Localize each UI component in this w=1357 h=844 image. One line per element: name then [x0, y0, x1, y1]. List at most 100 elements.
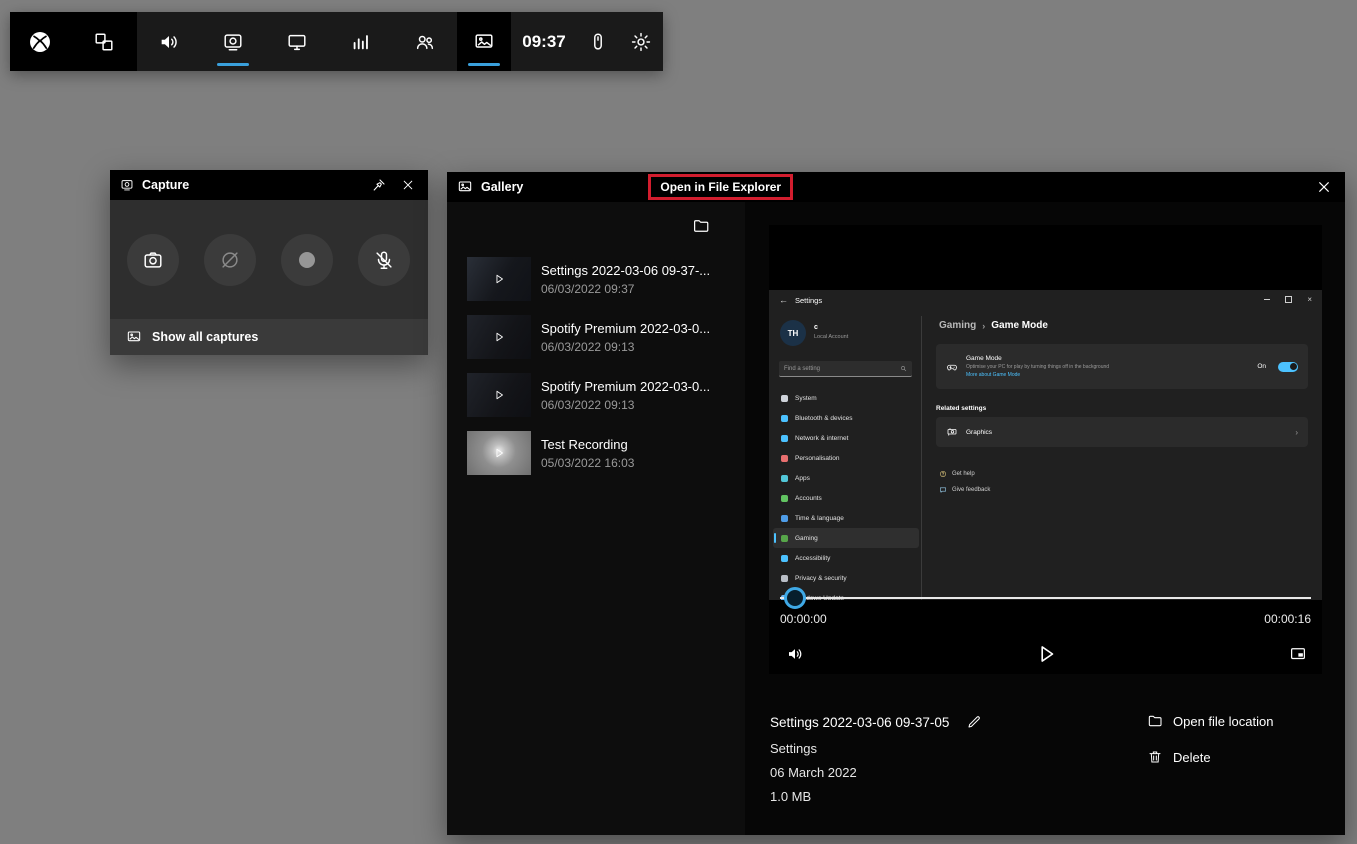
- bar-chart-icon: [350, 31, 372, 53]
- graphics-card: Graphics ›: [936, 417, 1308, 447]
- chevron-right-icon: ›: [982, 321, 985, 331]
- pin-button[interactable]: [368, 174, 390, 196]
- widgets-menu-button[interactable]: [70, 12, 137, 71]
- play-icon: [492, 388, 506, 402]
- gallery-icon: [126, 329, 142, 345]
- search-icon: [900, 365, 907, 372]
- show-all-captures-button[interactable]: Show all captures: [110, 319, 428, 355]
- item-title: Spotify Premium 2022-03-0...: [541, 379, 710, 394]
- capture-widget: Capture Show all captures: [110, 170, 428, 355]
- capture-titlebar: Capture: [110, 170, 428, 200]
- gamepad-icon: [946, 361, 958, 373]
- gallery-title: Gallery: [481, 180, 523, 194]
- open-folder-button[interactable]: [690, 215, 712, 237]
- gallery-body: Settings 2022-03-06 09-37-... 06/03/2022…: [447, 202, 1345, 835]
- delete-button[interactable]: Delete: [1147, 749, 1273, 765]
- minimize-icon: [1264, 299, 1270, 300]
- list-item-spotify-1[interactable]: Spotify Premium 2022-03-0... 06/03/2022 …: [447, 315, 745, 359]
- game-mode-toggle: [1278, 362, 1298, 372]
- performance-button[interactable]: [329, 12, 393, 71]
- settings-search-box: Find a setting: [779, 361, 912, 377]
- gallery-widget: Gallery Open in File Explorer Settings 2…: [447, 172, 1345, 835]
- accessibility-icon: [781, 555, 788, 562]
- open-in-file-explorer-button[interactable]: Open in File Explorer: [648, 174, 793, 200]
- nav-personalisation: Personalisation: [773, 448, 919, 468]
- settings-nav: System Bluetooth & devices Network & int…: [773, 388, 919, 600]
- nav-bluetooth: Bluetooth & devices: [773, 408, 919, 428]
- open-file-location-button[interactable]: Open file location: [1147, 713, 1273, 729]
- file-actions: Open file location Delete: [1147, 713, 1273, 765]
- time-row: 00:00:00 00:00:16: [780, 612, 1311, 626]
- audio-button[interactable]: [137, 12, 201, 71]
- xbox-logo-icon: [27, 29, 53, 55]
- show-all-captures-label: Show all captures: [152, 330, 258, 344]
- rename-button[interactable]: [963, 711, 985, 733]
- video-thumbnail: [467, 315, 531, 359]
- mic-toggle-button[interactable]: [358, 234, 410, 286]
- list-item-spotify-2[interactable]: Spotify Premium 2022-03-0... 06/03/2022 …: [447, 373, 745, 417]
- seek-bar[interactable]: [780, 597, 1311, 599]
- gallery-icon: [457, 179, 473, 195]
- gpu-icon: [946, 426, 958, 438]
- player-controls: [769, 633, 1322, 674]
- broadcast-button[interactable]: [265, 12, 329, 71]
- related-settings-label: Related settings: [936, 405, 986, 412]
- capture-close-button[interactable]: [398, 175, 418, 195]
- gaming-icon: [781, 535, 788, 542]
- video-frame-settings-app: ← Settings × TH c Local Account Find a s: [769, 290, 1322, 600]
- video-player[interactable]: ← Settings × TH c Local Account Find a s: [769, 225, 1322, 674]
- gallery-button[interactable]: [457, 12, 511, 71]
- record-dot-icon: [299, 252, 315, 268]
- file-date: 06 March 2022: [770, 765, 985, 781]
- close-icon: ×: [1307, 297, 1312, 303]
- toggle-state-label: On: [1257, 363, 1266, 370]
- desktop: 09:37 Capture Show all captures Gallery …: [0, 0, 1357, 844]
- trash-icon: [1147, 749, 1163, 765]
- item-date: 06/03/2022 09:13: [541, 340, 710, 354]
- nav-network: Network & internet: [773, 428, 919, 448]
- search-placeholder: Find a setting: [784, 366, 820, 372]
- game-mode-card: Game Mode Optimise your PC for play by t…: [936, 344, 1308, 389]
- account-type: Local Account: [814, 334, 848, 340]
- play-button[interactable]: [1030, 638, 1062, 670]
- nav-apps: Apps: [773, 468, 919, 488]
- nav-accessibility: Accessibility: [773, 548, 919, 568]
- nav-gaming-selected: Gaming: [773, 528, 919, 548]
- apps-icon: [781, 475, 788, 482]
- social-button[interactable]: [393, 12, 457, 71]
- seek-handle[interactable]: [784, 587, 806, 609]
- xbox-button[interactable]: [10, 12, 70, 71]
- item-date: 06/03/2022 09:13: [541, 398, 710, 412]
- nav-privacy: Privacy & security: [773, 568, 919, 588]
- record-last-icon: [219, 249, 241, 271]
- gallery-titlebar: Gallery Open in File Explorer: [447, 172, 1345, 202]
- settings-button[interactable]: [619, 12, 663, 71]
- list-item-settings-recording[interactable]: Settings 2022-03-06 09-37-... 06/03/2022…: [447, 257, 745, 301]
- list-item-test-recording[interactable]: Test Recording 05/03/2022 16:03: [447, 431, 745, 475]
- capture-button[interactable]: [201, 12, 265, 71]
- pencil-icon: [966, 714, 982, 730]
- file-details: Settings 2022-03-06 09-37-05 Settings 06…: [770, 711, 985, 805]
- mouse-button[interactable]: [577, 12, 619, 71]
- record-button[interactable]: [281, 234, 333, 286]
- nav-divider: [921, 316, 922, 600]
- nav-accounts: Accounts: [773, 488, 919, 508]
- pin-icon: [371, 177, 387, 193]
- play-icon: [1033, 641, 1059, 667]
- volume-button[interactable]: [783, 642, 807, 666]
- get-help-link: Get help: [939, 470, 975, 478]
- chevron-right-icon: ›: [1295, 428, 1298, 437]
- settings-window-title: Settings: [795, 296, 822, 305]
- file-app: Settings: [770, 741, 985, 757]
- pip-icon: [1289, 645, 1307, 663]
- gear-icon: [630, 31, 652, 53]
- file-size: 1.0 MB: [770, 789, 985, 805]
- gallery-close-button[interactable]: [1313, 176, 1335, 198]
- close-icon: [401, 178, 415, 192]
- play-icon: [492, 330, 506, 344]
- people-icon: [414, 31, 436, 53]
- screenshot-button[interactable]: [127, 234, 179, 286]
- video-thumbnail: [467, 373, 531, 417]
- record-last-button[interactable]: [204, 234, 256, 286]
- picture-in-picture-button[interactable]: [1286, 642, 1310, 666]
